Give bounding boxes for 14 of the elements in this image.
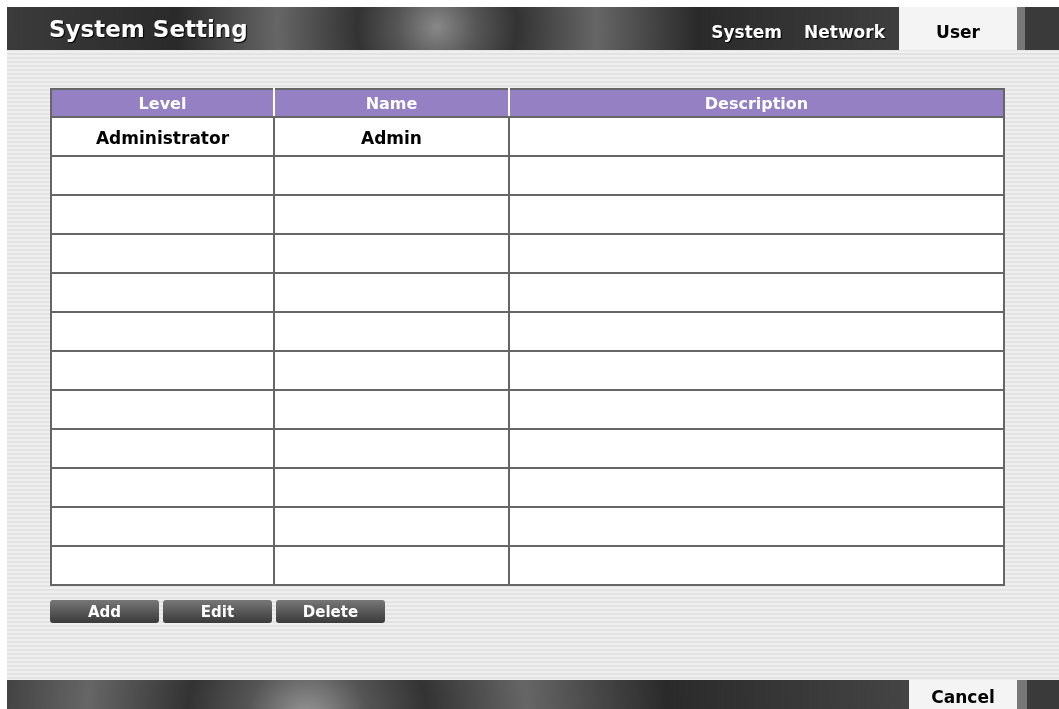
action-button[interactable]: Edit bbox=[163, 600, 272, 623]
column-header: Level bbox=[51, 89, 274, 117]
window-title: System Setting bbox=[48, 15, 249, 42]
column-header: Description bbox=[509, 89, 1004, 117]
cancel-button[interactable]: Cancel bbox=[909, 680, 1017, 709]
tab[interactable]: System bbox=[703, 7, 791, 50]
tab[interactable]: Network bbox=[796, 7, 893, 50]
action-button[interactable]: Add bbox=[50, 600, 159, 623]
column-header: Name bbox=[274, 89, 509, 117]
tab[interactable]: User bbox=[899, 7, 1017, 50]
table-cell: Admin bbox=[361, 128, 422, 148]
table-cell: Administrator bbox=[95, 128, 230, 148]
action-button[interactable]: Delete bbox=[276, 600, 385, 623]
footer-end-block bbox=[1017, 680, 1059, 709]
